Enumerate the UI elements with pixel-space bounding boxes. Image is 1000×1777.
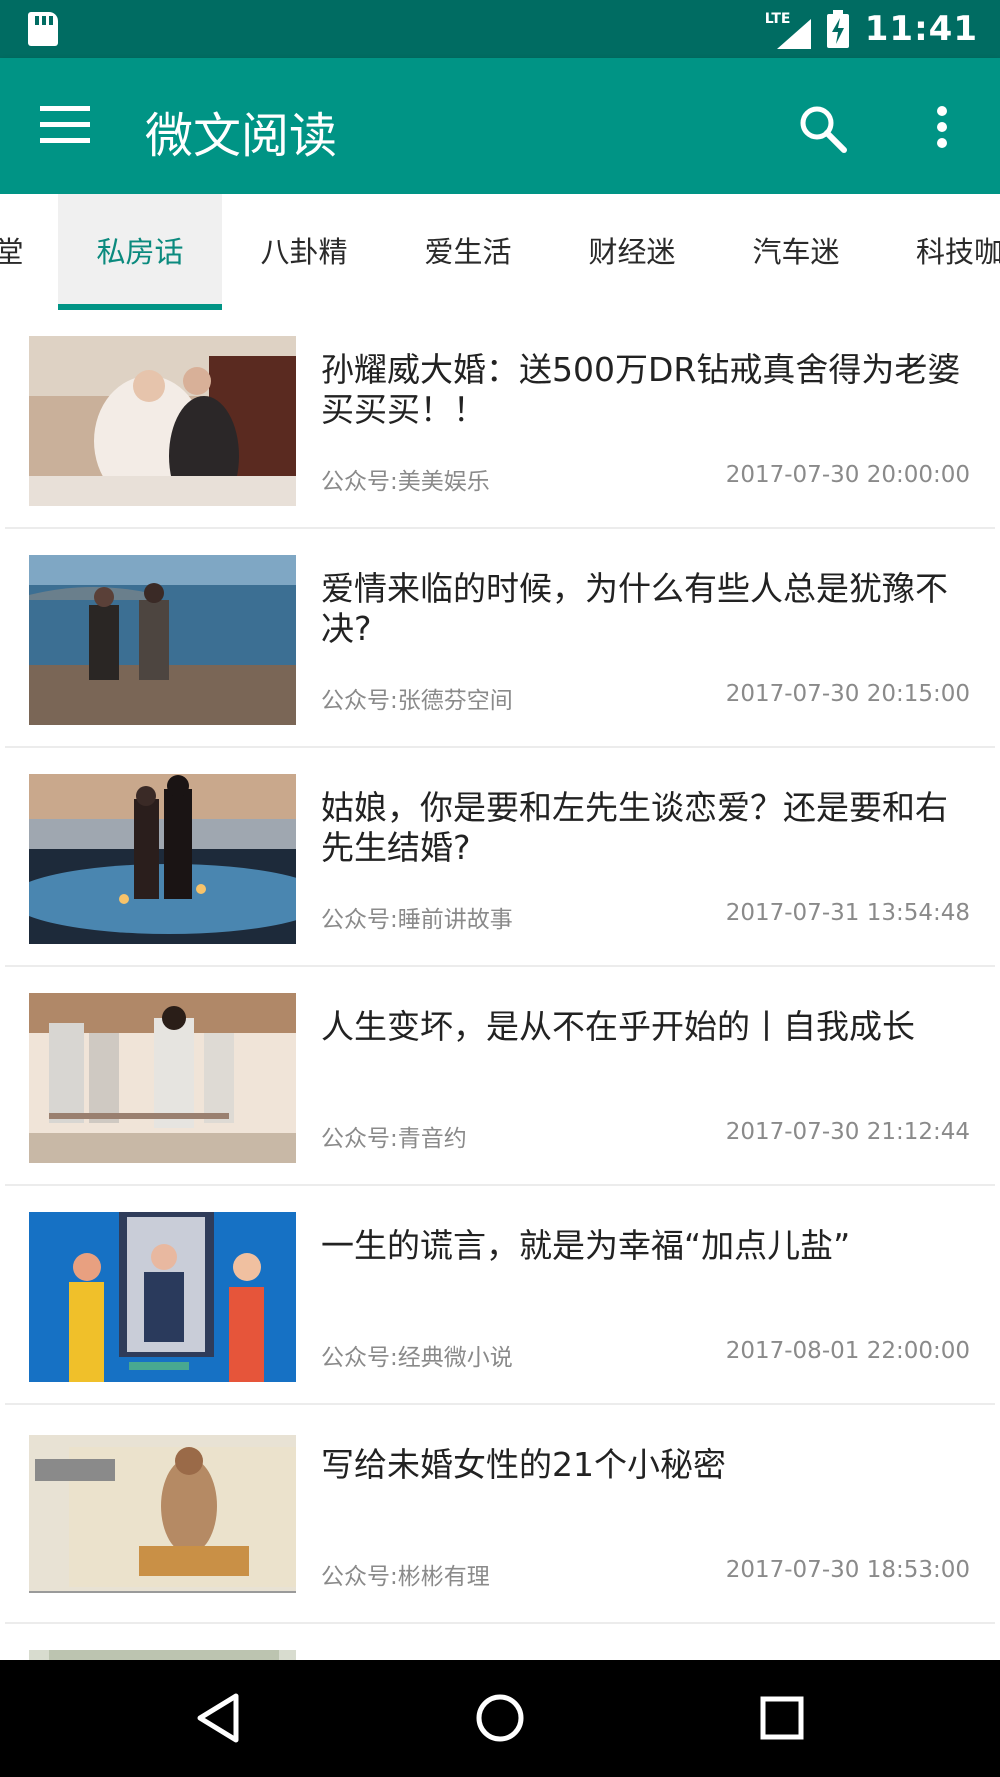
list-item[interactable]: 爱情来临的时候，为什么有些人总是犹豫不决? 公众号:张德芬空间 2017-07-… [0, 529, 1000, 748]
article-source: 公众号:经典微小说 [321, 1345, 513, 1371]
list-item[interactable]: 写给未婚女性的21个小秘密 公众号:彬彬有理 2017-07-30 18:53:… [0, 1405, 1000, 1624]
category-tabs: 堂 私房话 八卦精 爱生活 财经迷 汽车迷 科技咖 [0, 194, 1000, 310]
article-date: 2017-07-30 20:15:00 [725, 681, 970, 707]
article-thumbnail [29, 336, 296, 506]
article-source: 公众号:睡前讲故事 [321, 907, 513, 933]
list-item[interactable]: 孙耀威大婚：送500万DR钻戒真舍得为老婆买买买！！ 公众号:美美娱乐 2017… [0, 310, 1000, 529]
article-thumbnail [29, 1650, 296, 1660]
status-bar: LTE 11:41 [0, 0, 1000, 58]
list-item[interactable]: 一生的谎言，就是为幸福“加点儿盐” 公众号:经典微小说 2017-08-01 2… [0, 1186, 1000, 1405]
article-title: 爱情来临的时候，为什么有些人总是犹豫不决? [321, 569, 948, 648]
back-icon[interactable] [190, 1688, 250, 1748]
tab-aishenghuo[interactable]: 爱生活 [386, 194, 550, 310]
hamburger-menu-icon[interactable] [40, 106, 90, 146]
article-title: 写给未婚女性的21个小秘密 [321, 1445, 726, 1484]
app-bar: 微文阅读 [0, 58, 1000, 194]
article-thumbnail [29, 1431, 296, 1601]
article-title: 孙耀威大婚：送500万DR钻戒真舍得为老婆买买买！！ [321, 350, 961, 429]
home-icon[interactable] [470, 1688, 530, 1748]
list-item[interactable]: 姑娘，你是要和左先生谈恋爱？还是要和右先生结婚? 公众号:睡前讲故事 2017-… [0, 748, 1000, 967]
article-title: 姑娘，你是要和左先生谈恋爱？还是要和右先生结婚? [321, 788, 948, 867]
tab-partial-left[interactable]: 堂 [0, 194, 24, 310]
article-date: 2017-07-30 21:12:44 [725, 1119, 970, 1145]
tab-kejika[interactable]: 科技咖 [878, 194, 1000, 310]
article-thumbnail [29, 993, 296, 1163]
article-date: 2017-07-30 18:53:00 [725, 1557, 970, 1583]
search-icon[interactable] [796, 102, 850, 156]
signal-icon: LTE [765, 9, 811, 49]
tab-caijingmi[interactable]: 财经迷 [550, 194, 714, 310]
article-thumbnail [29, 774, 296, 944]
list-item[interactable]: 人生变坏，是从不在乎开始的丨自我成长 公众号:青音约 2017-07-30 21… [0, 967, 1000, 1186]
article-thumbnail [29, 555, 296, 725]
list-item-partial[interactable] [0, 1624, 1000, 1660]
battery-charging-icon [826, 10, 849, 48]
article-list: 孙耀威大婚：送500万DR钻戒真舍得为老婆买买买！！ 公众号:美美娱乐 2017… [0, 310, 1000, 1660]
article-source: 公众号:青音约 [321, 1126, 467, 1152]
more-vert-icon[interactable] [922, 102, 962, 156]
article-title: 人生变坏，是从不在乎开始的丨自我成长 [321, 1007, 915, 1046]
app-title: 微文阅读 [145, 108, 338, 164]
article-source: 公众号:美美娱乐 [321, 469, 490, 495]
article-date: 2017-07-30 20:00:00 [725, 462, 970, 488]
system-nav-bar [0, 1660, 1000, 1777]
article-title: 一生的谎言，就是为幸福“加点儿盐” [321, 1226, 851, 1265]
article-date: 2017-07-31 13:54:48 [725, 900, 970, 926]
article-date: 2017-08-01 22:00:00 [725, 1338, 970, 1364]
sd-card-icon [28, 12, 58, 46]
article-source: 公众号:张德芬空间 [321, 688, 513, 714]
article-thumbnail [29, 1212, 296, 1382]
recents-icon[interactable] [752, 1688, 812, 1748]
clock: 11:41 [864, 9, 978, 49]
article-source: 公众号:彬彬有理 [321, 1564, 490, 1590]
tab-qichemi[interactable]: 汽车迷 [714, 194, 878, 310]
tab-sifanghua[interactable]: 私房话 [58, 194, 222, 310]
tab-baguajing[interactable]: 八卦精 [222, 194, 386, 310]
